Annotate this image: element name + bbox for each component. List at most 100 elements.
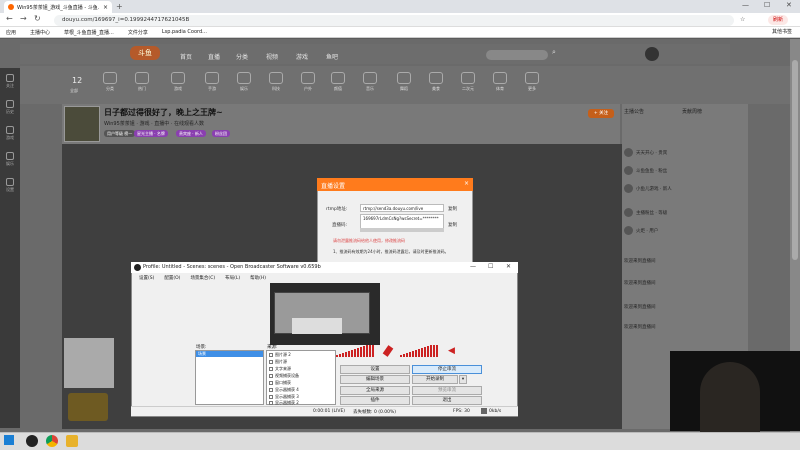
obs-menu-item[interactable]: 场景集合(C)	[190, 275, 215, 281]
exit-button[interactable]: 退出	[412, 396, 482, 405]
back-arrow-icon[interactable]: ←	[6, 14, 13, 23]
bookmark-star-icon[interactable]: ☆	[740, 16, 745, 23]
category-item[interactable]: 二次元	[456, 72, 480, 100]
plugins-button[interactable]: 插件	[340, 396, 410, 405]
windows-start-icon[interactable]	[4, 435, 14, 445]
start-record-button[interactable]: 开始录制	[412, 375, 458, 384]
obs-logo-icon	[134, 264, 141, 271]
dialog-close-icon[interactable]: ×	[464, 180, 469, 187]
code-scrollbar[interactable]	[360, 228, 444, 232]
browser-minimize-icon[interactable]: —	[742, 1, 749, 9]
update-button[interactable]: 刷新	[768, 15, 788, 25]
obs-maximize-icon[interactable]: ☐	[488, 263, 493, 270]
category-item[interactable]: 颜值	[326, 72, 350, 100]
follow-button[interactable]: + 关注	[588, 109, 614, 118]
rail-item-ent[interactable]: 娱乐	[2, 150, 18, 172]
category-all[interactable]: 全部	[70, 88, 78, 94]
source-item[interactable]: 图片源 2	[269, 352, 291, 358]
category-item[interactable]: 美食	[424, 72, 448, 100]
streamer-avatar[interactable]	[64, 106, 100, 142]
nav-fishbar[interactable]: 鱼吧	[326, 52, 338, 61]
browser-maximize-icon[interactable]: ☐	[764, 1, 770, 9]
obs-close-icon[interactable]: ✕	[506, 263, 511, 270]
search-input[interactable]	[486, 50, 548, 60]
copy-rtmp-button[interactable]: 复制	[448, 206, 457, 212]
source-checkbox[interactable]	[269, 381, 273, 385]
category-item[interactable]: 分类	[98, 72, 122, 100]
rtmp-field[interactable]: rtmp://send3a.douyu.com/live	[360, 204, 444, 212]
forward-arrow-icon[interactable]: →	[20, 14, 27, 23]
browser-tab[interactable]: Win95茶茶姐_游戏_斗鱼直播 - 斗鱼… ×	[4, 1, 112, 13]
bookmark-item[interactable]: 应用	[6, 29, 16, 36]
other-bookmarks[interactable]: 其他书签	[772, 28, 792, 35]
gift-banner[interactable]	[68, 393, 108, 421]
source-checkbox[interactable]	[269, 401, 273, 405]
category-item[interactable]: 更多	[520, 72, 544, 100]
obs-minimize-icon[interactable]: —	[470, 263, 476, 270]
obs-menu-item[interactable]: 帮助(H)	[250, 275, 266, 281]
settings-button[interactable]: 设置	[340, 365, 410, 374]
preview-stream-button[interactable]: 预览串流	[412, 386, 482, 395]
scrollbar-thumb[interactable]	[792, 60, 798, 260]
nav-game[interactable]: 游戏	[296, 52, 308, 61]
nav-live[interactable]: 直播	[208, 52, 220, 61]
user-avatar[interactable]	[645, 47, 659, 61]
category-item[interactable]: 科技	[264, 72, 288, 100]
new-tab-button[interactable]: +	[116, 2, 123, 11]
rail-item-history[interactable]: 历史	[2, 98, 18, 120]
source-checkbox[interactable]	[269, 367, 273, 371]
category-item[interactable]: 户外	[296, 72, 320, 100]
chrome-taskbar-icon[interactable]	[46, 435, 58, 447]
obs-taskbar-icon[interactable]	[26, 435, 38, 447]
rail-item-follow[interactable]: 关注	[2, 72, 18, 94]
record-dropdown-icon[interactable]: ▾	[459, 375, 467, 384]
source-item[interactable]: 图片源	[269, 359, 287, 365]
bookmark-item[interactable]: 主播中心	[30, 29, 50, 36]
source-item[interactable]: 文字来源	[269, 366, 291, 372]
category-item[interactable]: 游戏	[166, 72, 190, 100]
panel-tab-announcement[interactable]: 主播公告	[624, 108, 644, 115]
nav-video[interactable]: 视频	[266, 52, 278, 61]
source-checkbox[interactable]	[269, 388, 273, 392]
douyu-logo[interactable]: 斗鱼	[130, 46, 160, 60]
category-item[interactable]: 娱乐	[232, 72, 256, 100]
category-item[interactable]: 手游	[200, 72, 224, 100]
nav-category[interactable]: 分类	[236, 52, 248, 61]
source-item[interactable]: 显示器捕获 4	[269, 387, 299, 393]
category-item[interactable]: 体育	[488, 72, 512, 100]
panel-tab-ranking[interactable]: 贡献周榜	[682, 108, 702, 115]
bookmark-item[interactable]: Lsp.padia Coord...	[162, 29, 207, 35]
obs-menu-item[interactable]: 布局(L)	[225, 275, 240, 281]
rail-item-games[interactable]: 游戏	[2, 124, 18, 146]
category-item[interactable]: 热门	[130, 72, 154, 100]
mic-volume-meter[interactable]	[336, 345, 382, 357]
stop-stream-button[interactable]: 停止串流	[412, 365, 482, 374]
nav-home[interactable]: 首页	[180, 52, 192, 61]
browser-close-icon[interactable]: ✕	[786, 1, 792, 9]
source-checkbox[interactable]	[269, 360, 273, 364]
obs-menu-item[interactable]: 设置(S)	[139, 275, 154, 281]
source-checkbox[interactable]	[269, 395, 273, 399]
rail-item-settings[interactable]: 设置	[2, 176, 18, 198]
source-item[interactable]: 视频捕获设备	[269, 373, 299, 379]
scene-list[interactable]	[195, 350, 264, 405]
edit-scene-button[interactable]: 编辑场景	[340, 375, 410, 384]
scene-item-selected[interactable]: 场景	[196, 351, 263, 357]
source-item[interactable]: 窗口捕获	[269, 380, 291, 386]
reload-icon[interactable]: ↻	[34, 14, 41, 23]
search-icon[interactable]: ⌕	[552, 48, 556, 57]
global-sources-button[interactable]: 全局来源	[340, 386, 410, 395]
bookmark-item[interactable]: 草根_斗鱼直播_直播...	[64, 29, 114, 36]
tab-close-icon[interactable]: ×	[103, 4, 108, 11]
source-checkbox[interactable]	[269, 353, 273, 357]
obs-menu-item[interactable]: 配置(O)	[164, 275, 180, 281]
address-bar[interactable]: douyu.com/169697_i=0.1999244717621045B	[54, 15, 734, 26]
copy-code-button[interactable]: 复制	[448, 222, 457, 228]
folder-taskbar-icon[interactable]	[66, 435, 78, 447]
speaker-icon[interactable]: ◀	[448, 346, 455, 356]
source-checkbox[interactable]	[269, 374, 273, 378]
category-item[interactable]: 舞蹈	[392, 72, 416, 100]
desktop-volume-meter[interactable]	[400, 345, 446, 357]
bookmark-item[interactable]: 文件分享	[128, 29, 148, 36]
category-item[interactable]: 音乐	[358, 72, 382, 100]
